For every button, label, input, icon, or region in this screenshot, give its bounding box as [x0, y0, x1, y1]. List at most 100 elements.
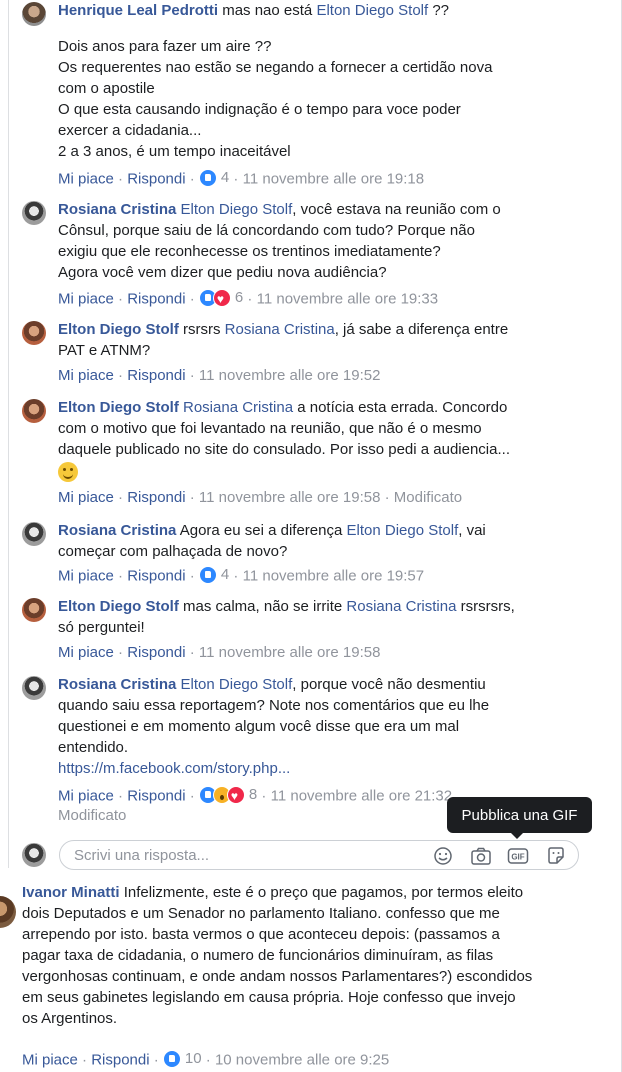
like-link[interactable]: Mi piace [58, 644, 114, 661]
comment-author[interactable]: Elton Diego Stolf [58, 399, 179, 416]
avatar[interactable] [0, 896, 16, 928]
comment-body: Elton Diego Stolf Rosiana Cristina a not… [58, 397, 608, 484]
gif-icon-label: GIF [511, 853, 524, 862]
edited-row: Modificato [58, 805, 126, 826]
reply-link[interactable]: Rispondi [127, 489, 185, 506]
comment-line: dois Deputados e um Senador no parlament… [22, 905, 500, 922]
comment-text: rsrsrsrs, [460, 598, 515, 615]
comment-line: começar com palhaçada de novo? [58, 543, 288, 560]
timestamp[interactable]: 11 novembre alle ore 19:52 [199, 367, 381, 384]
tagged-user[interactable]: Elton Diego Stolf [347, 522, 459, 539]
like-link[interactable]: Mi piace [58, 788, 114, 805]
comment-author[interactable]: Rosiana Cristina [58, 201, 176, 218]
sticker-icon[interactable] [545, 845, 567, 867]
reply-box: GIF [59, 840, 579, 870]
avatar[interactable] [22, 598, 46, 622]
reply-link[interactable]: Rispondi [91, 1052, 149, 1069]
timestamp[interactable]: 11 novembre alle ore 19:58 [199, 489, 381, 506]
comment-text: rsrsrs [183, 321, 221, 338]
reply-link[interactable]: Rispondi [127, 788, 185, 805]
comment-body: Henrique Leal Pedrotti mas nao está Elto… [58, 0, 608, 21]
gif-icon[interactable]: GIF [507, 845, 529, 867]
comment-text: , já sabe a diferença entre [334, 321, 509, 338]
reply-input[interactable] [72, 846, 426, 865]
comment-text: mas calma, não se irrite [183, 598, 343, 615]
comment-body: Rosiana Cristina Elton Diego Stolf, você… [58, 199, 608, 283]
avatar[interactable] [22, 399, 46, 423]
comment-author[interactable]: Elton Diego Stolf [58, 321, 179, 338]
avatar[interactable] [22, 522, 46, 546]
tagged-user[interactable]: Rosiana Cristina [183, 399, 293, 416]
like-link[interactable]: Mi piace [58, 367, 114, 384]
comment-line: Dois anos para fazer um aire ?? [58, 38, 272, 55]
reply-link[interactable]: Rispondi [127, 171, 185, 188]
comment-actions: Mi piace · Rispondi · 11 novembre alle o… [58, 367, 381, 384]
tagged-user[interactable]: Rosiana Cristina [346, 598, 456, 615]
comment-text: a notícia esta errada. Concordo [297, 399, 508, 416]
comment-line: 2 a 3 anos, é um tempo inaceitável [58, 143, 291, 160]
like-link[interactable]: Mi piace [58, 568, 114, 585]
comment-author[interactable]: Rosiana Cristina [58, 522, 176, 539]
comment-line: O que esta causando indignação é o tempo… [58, 101, 461, 118]
comment-line: questionei e em momento algum você disse… [58, 718, 460, 735]
comment-author[interactable]: Rosiana Cristina [58, 676, 176, 693]
reply-link[interactable]: Rispondi [127, 367, 185, 384]
comment-body: Rosiana Cristina Elton Diego Stolf, porq… [58, 674, 608, 779]
reaction-count: 4 [220, 566, 230, 583]
like-link[interactable]: Mi piace [58, 291, 114, 308]
reactions[interactable]: 10 [162, 1048, 202, 1069]
like-link[interactable]: Mi piace [22, 1052, 78, 1069]
love-reaction-icon [226, 785, 245, 807]
comment-body: Elton Diego Stolf rsrsrs Rosiana Cristin… [58, 319, 608, 361]
emoji-icon[interactable] [432, 845, 454, 867]
comment-actions: Mi piace · Rispondi · 4 · 11 novembre al… [58, 564, 425, 585]
avatar[interactable] [22, 321, 46, 345]
comment-actions: Mi piace · Rispondi · 8 · 11 novembre al… [58, 784, 452, 807]
comment-actions: Mi piace · Rispondi · 6 · 11 novembre al… [58, 287, 438, 310]
timestamp[interactable]: 11 novembre alle ore 19:33 [257, 291, 439, 308]
tagged-user[interactable]: Elton Diego Stolf [316, 2, 428, 19]
reactions[interactable]: 8 [198, 784, 257, 807]
like-link[interactable]: Mi piace [58, 171, 114, 188]
reactions[interactable]: 6 [198, 287, 244, 310]
comment-actions: Mi piace · Rispondi · 10 · 10 novembre a… [22, 1048, 390, 1069]
comment-text: Agora eu sei a diferença [179, 522, 343, 539]
comment-line: vergonhosas continuam, e onde andam noss… [22, 968, 533, 985]
reply-link[interactable]: Rispondi [127, 568, 185, 585]
avatar[interactable] [22, 676, 46, 700]
timestamp[interactable]: 11 novembre alle ore 21:32 [271, 788, 453, 805]
reply-link[interactable]: Rispondi [127, 644, 185, 661]
comment-text: mas nao está [222, 2, 313, 19]
camera-icon[interactable] [470, 845, 492, 867]
tagged-user[interactable]: Elton Diego Stolf [181, 676, 293, 693]
like-link[interactable]: Mi piace [58, 489, 114, 506]
reply-link[interactable]: Rispondi [127, 291, 185, 308]
edited-label[interactable]: Modificato [394, 489, 462, 506]
comment-text: , vai [458, 522, 486, 539]
timestamp[interactable]: 10 novembre alle ore 9:25 [215, 1052, 389, 1069]
avatar[interactable] [22, 201, 46, 225]
shared-link[interactable]: https://m.facebook.com/story.php... [58, 758, 608, 779]
timestamp[interactable]: 11 novembre alle ore 19:18 [243, 171, 425, 188]
avatar[interactable] [22, 2, 46, 26]
comment-text: , você estava na reunião com o [292, 201, 501, 218]
thread-line [8, 0, 9, 868]
edited-label[interactable]: Modificato [58, 807, 126, 824]
comment-line: os Argentinos. [22, 1010, 118, 1027]
tagged-user[interactable]: Elton Diego Stolf [181, 201, 293, 218]
reaction-count: 6 [234, 289, 244, 306]
timestamp[interactable]: 11 novembre alle ore 19:57 [243, 568, 425, 585]
reactions[interactable]: 4 [198, 167, 229, 188]
tagged-user[interactable]: Rosiana Cristina [225, 321, 335, 338]
comment-actions: Mi piace · Rispondi · 11 novembre alle o… [58, 489, 463, 506]
comment-author[interactable]: Henrique Leal Pedrotti [58, 2, 218, 19]
comment-body: Ivanor Minatti Infelizmente, este é o pr… [22, 882, 612, 1029]
comment-line: em seus gabinetes legislando em causa pr… [22, 989, 516, 1006]
comment-line: Agora você vem dizer que pediu nova audi… [58, 264, 387, 281]
reactions[interactable]: 4 [198, 564, 230, 585]
timestamp[interactable]: 11 novembre alle ore 19:58 [199, 644, 381, 661]
love-reaction-icon [212, 288, 231, 310]
comment-author[interactable]: Elton Diego Stolf [58, 598, 179, 615]
comment-author[interactable]: Ivanor Minatti [22, 884, 120, 901]
comment-line: exigiu que ele reconhecesse os trentinos… [58, 243, 441, 260]
